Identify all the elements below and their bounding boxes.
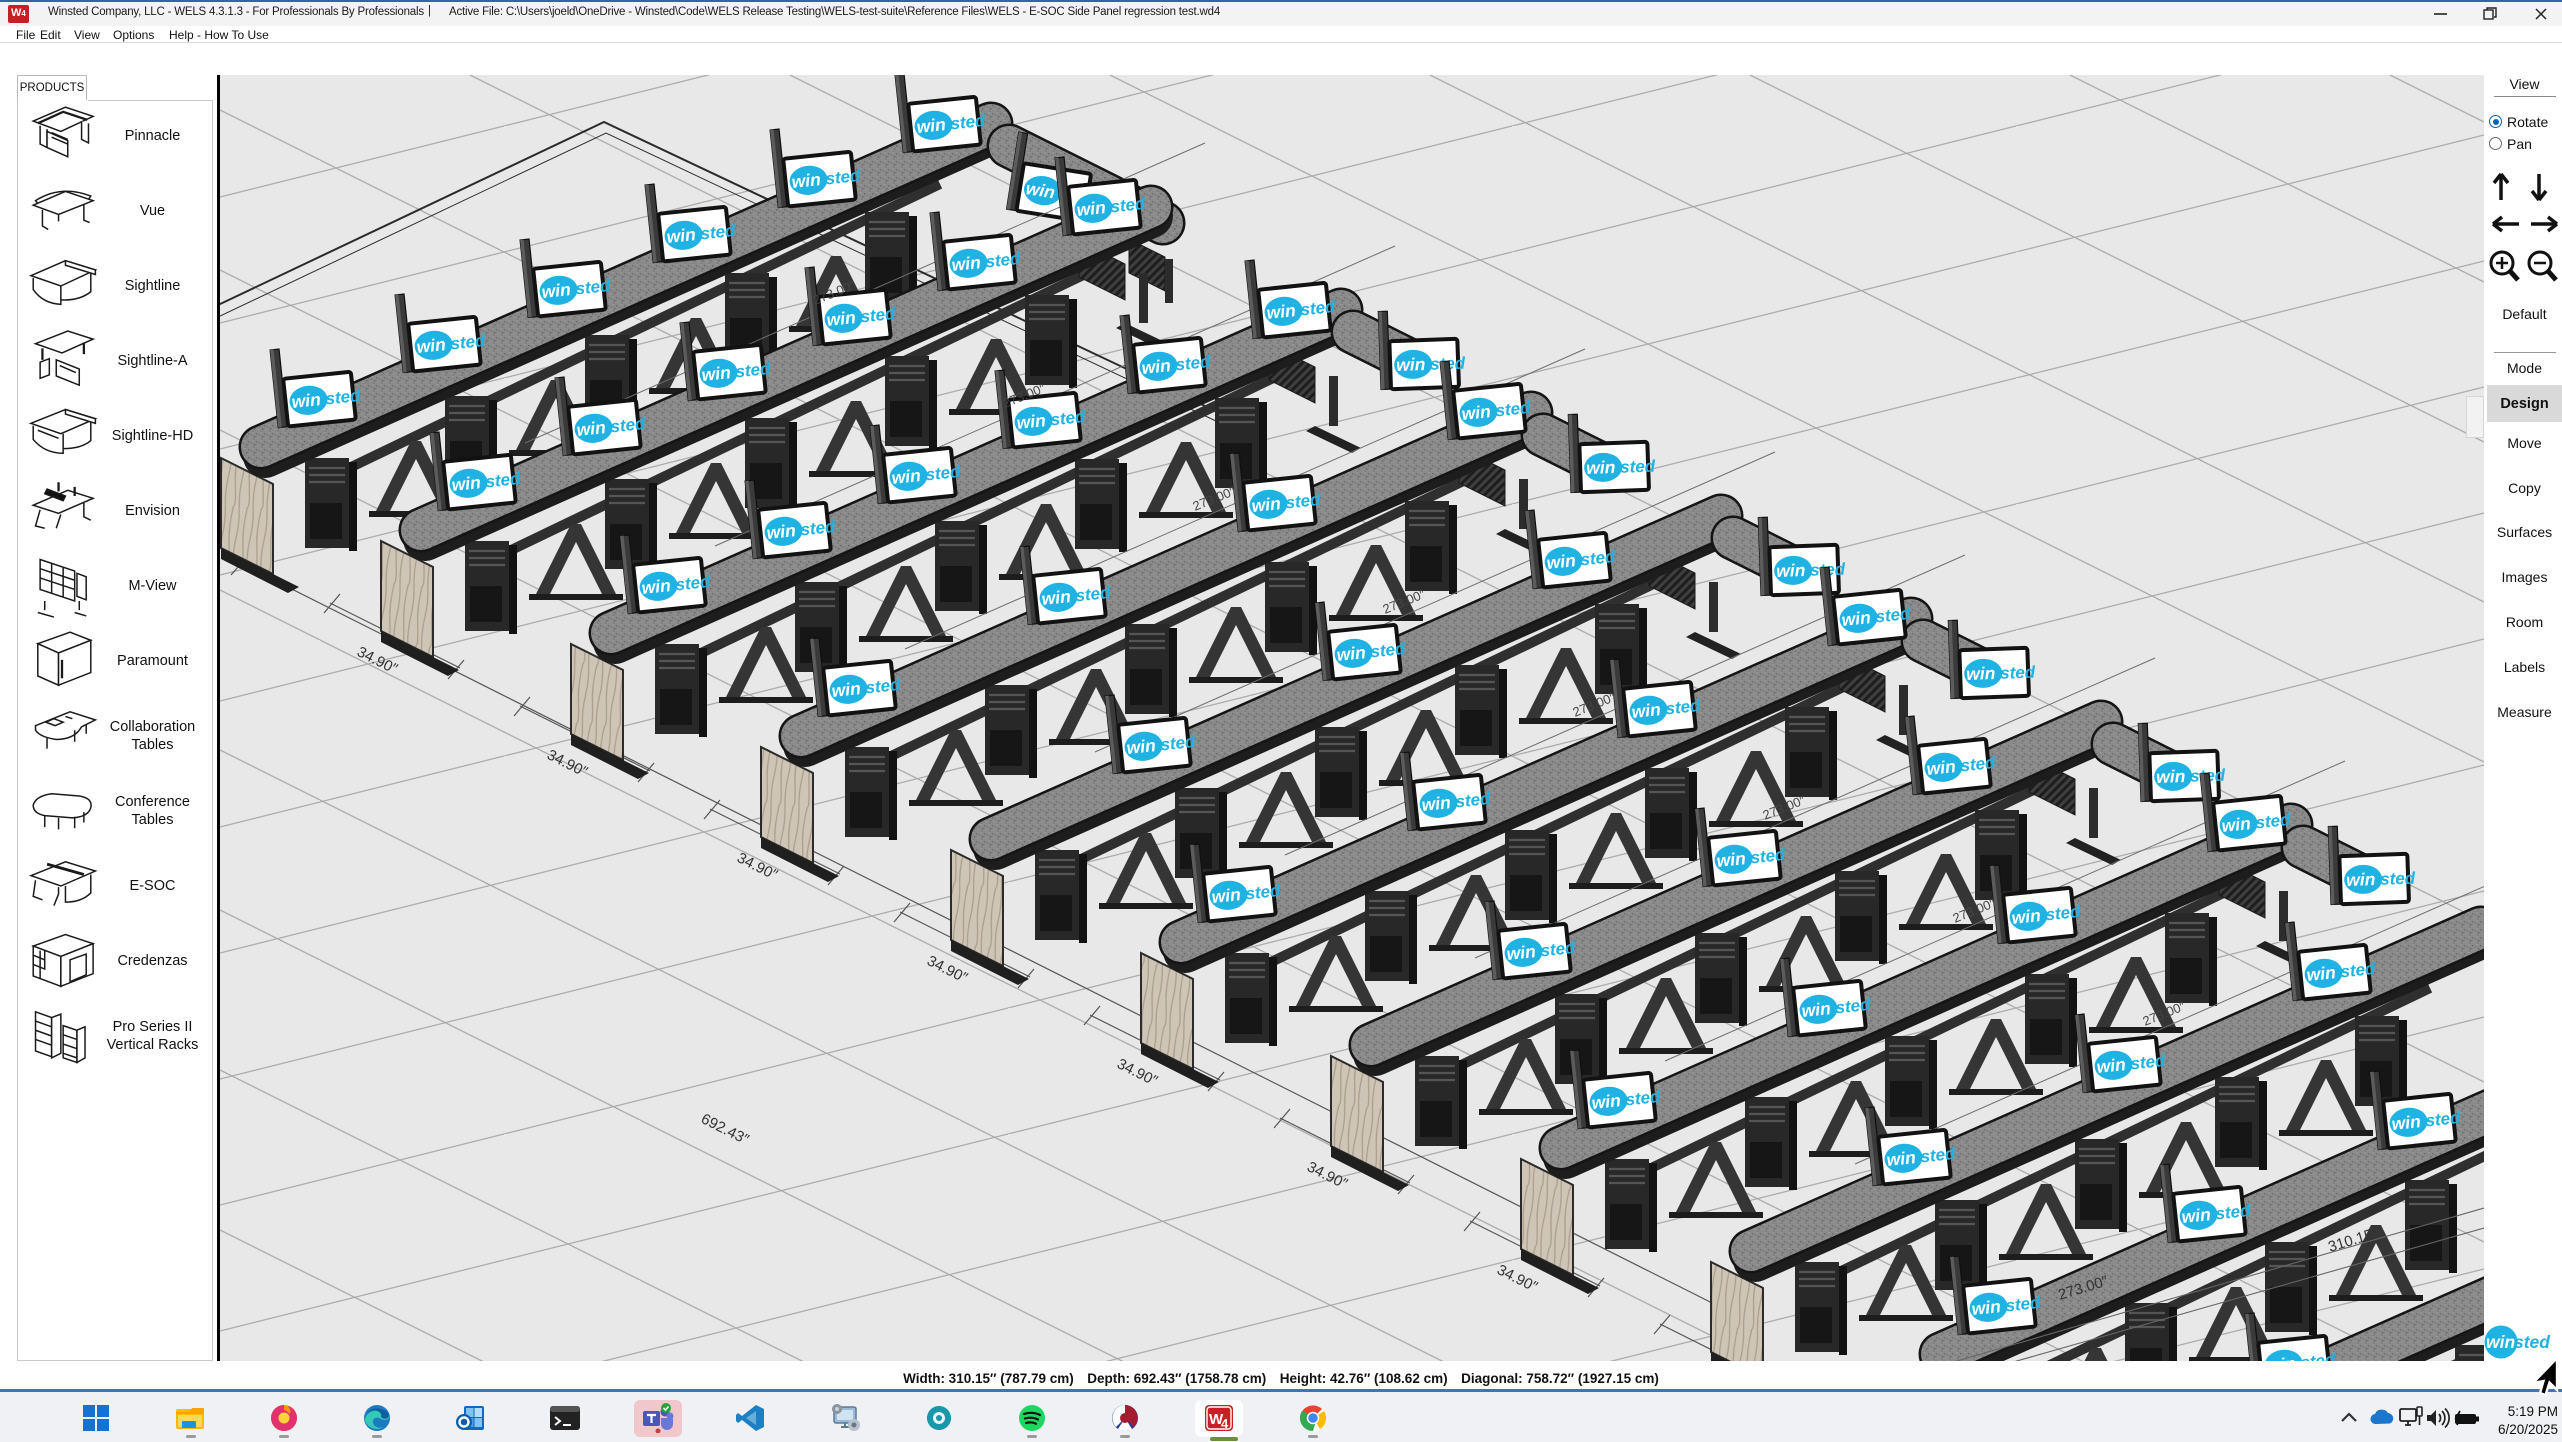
svg-text:win: win — [2486, 1332, 2515, 1352]
svg-text:win: win — [1776, 560, 1806, 581]
svg-text:win: win — [891, 465, 922, 488]
svg-text:win: win — [1396, 354, 1426, 375]
svg-text:win: win — [791, 169, 822, 192]
svg-text:sted: sted — [1245, 881, 1282, 904]
svg-text:sted: sted — [1495, 398, 1532, 421]
svg-text:win: win — [831, 678, 862, 701]
svg-text:win: win — [1016, 410, 1047, 433]
svg-text:win: win — [641, 575, 672, 598]
svg-text:sted: sted — [2380, 869, 2416, 889]
svg-text:sted: sted — [2514, 1332, 2550, 1352]
svg-text:win: win — [2391, 1111, 2422, 1134]
svg-text:sted: sted — [1160, 732, 1197, 755]
svg-text:sted: sted — [1110, 194, 1147, 217]
svg-text:sted: sted — [2000, 663, 2036, 683]
svg-text:sted: sted — [1050, 407, 1087, 430]
svg-text:sted: sted — [1920, 1144, 1957, 1167]
svg-text:win: win — [2096, 1054, 2127, 1077]
svg-text:sted: sted — [925, 462, 962, 485]
svg-text:sted: sted — [700, 221, 737, 244]
svg-text:win: win — [416, 334, 447, 357]
svg-text:sted: sted — [865, 675, 902, 698]
svg-text:win: win — [451, 472, 482, 495]
svg-text:win: win — [1926, 756, 1957, 779]
svg-text:win: win — [1801, 998, 1832, 1021]
svg-text:win: win — [1591, 1090, 1622, 1113]
svg-text:win: win — [1971, 1296, 2002, 1319]
svg-text:win: win — [1251, 493, 1282, 516]
svg-text:sted: sted — [800, 517, 837, 540]
svg-text:win: win — [2156, 766, 2186, 787]
svg-text:win: win — [1886, 1147, 1917, 1170]
svg-text:win: win — [2346, 869, 2376, 890]
svg-text:sted: sted — [1285, 490, 1322, 513]
svg-text:win: win — [1126, 735, 1157, 758]
svg-text:win: win — [1966, 663, 1996, 684]
svg-text:sted: sted — [2005, 1293, 2042, 1316]
svg-text:win: win — [1076, 197, 1107, 220]
svg-text:win: win — [1336, 642, 1367, 665]
svg-text:win: win — [826, 307, 857, 330]
svg-text:sted: sted — [325, 386, 362, 409]
svg-text:win: win — [2011, 905, 2042, 928]
svg-text:win: win — [2221, 813, 2252, 836]
svg-text:win: win — [1041, 586, 1072, 609]
svg-text:win: win — [541, 279, 572, 302]
svg-text:win: win — [1461, 401, 1492, 424]
svg-text:sted: sted — [2425, 1108, 2462, 1131]
svg-text:win: win — [666, 224, 697, 247]
svg-text:sted: sted — [2130, 1051, 2167, 1074]
svg-text:win: win — [1841, 607, 1872, 630]
svg-text:sted: sted — [735, 359, 772, 382]
svg-text:win: win — [1631, 699, 1662, 722]
svg-text:sted: sted — [1835, 995, 1872, 1018]
svg-text:win: win — [1546, 550, 1577, 573]
svg-text:sted: sted — [675, 572, 712, 595]
svg-text:sted: sted — [1455, 789, 1492, 812]
svg-text:sted: sted — [2255, 810, 2292, 833]
svg-text:win: win — [766, 520, 797, 543]
svg-text:win: win — [1421, 792, 1452, 815]
svg-text:win: win — [1586, 457, 1616, 478]
svg-text:sted: sted — [2215, 1201, 2252, 1224]
svg-text:sted: sted — [825, 166, 862, 189]
svg-text:sted: sted — [485, 469, 522, 492]
svg-text:sted: sted — [1175, 352, 1212, 375]
svg-text:sted: sted — [2340, 959, 2377, 982]
svg-text:win: win — [291, 389, 322, 412]
svg-text:win: win — [701, 362, 732, 385]
svg-text:win: win — [576, 417, 607, 440]
svg-text:win: win — [1716, 848, 1747, 871]
svg-text:sted: sted — [1625, 1087, 1662, 1110]
svg-text:sted: sted — [1075, 583, 1112, 606]
svg-text:win: win — [1266, 300, 1297, 323]
svg-text:win: win — [1506, 941, 1537, 964]
svg-text:sted: sted — [1540, 938, 1577, 961]
svg-text:sted: sted — [2045, 902, 2082, 925]
svg-text:win: win — [1211, 884, 1242, 907]
svg-text:sted: sted — [950, 111, 987, 134]
svg-text:sted: sted — [860, 304, 897, 327]
svg-text:sted: sted — [1665, 696, 1702, 719]
svg-text:sted: sted — [1875, 604, 1912, 627]
svg-text:sted: sted — [610, 414, 647, 437]
svg-text:sted: sted — [1620, 457, 1656, 477]
svg-text:win: win — [2306, 962, 2337, 985]
svg-text:sted: sted — [575, 276, 612, 299]
svg-text:sted: sted — [985, 249, 1022, 272]
svg-text:sted: sted — [1960, 753, 1997, 776]
svg-text:4: 4 — [1221, 1416, 1229, 1431]
svg-text:sted: sted — [1750, 845, 1787, 868]
svg-text:win: win — [951, 252, 982, 275]
svg-text:sted: sted — [1370, 639, 1407, 662]
svg-text:sted: sted — [450, 331, 487, 354]
svg-text:win: win — [1141, 355, 1172, 378]
svg-text:win: win — [916, 114, 947, 137]
svg-text:win: win — [2181, 1204, 2212, 1227]
svg-text:sted: sted — [1580, 547, 1617, 570]
svg-text:sted: sted — [1300, 297, 1337, 320]
